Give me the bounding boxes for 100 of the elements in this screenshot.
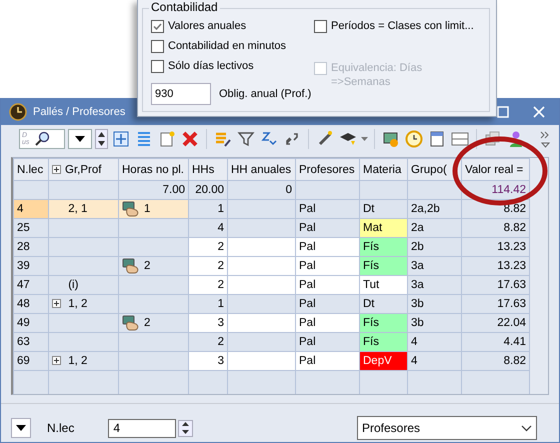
column-header[interactable]: N.lec [14, 158, 48, 180]
spin-arrows-icon [98, 131, 105, 147]
delete-icon[interactable] [180, 129, 200, 149]
table-cell: 4 [188, 218, 228, 238]
cell-text: 1, 2 [68, 355, 88, 367]
cell-text: 2 [144, 317, 150, 330]
table-cell: 2a,2b [408, 200, 462, 218]
search-icon [34, 131, 50, 147]
chevron-icon [521, 424, 532, 432]
field-label: N.lec [47, 421, 74, 435]
table-cell: Dt [360, 200, 408, 218]
table-cell[interactable]: 63 [14, 332, 48, 352]
table-cell: Pal [296, 218, 360, 238]
table-cell: Pal [296, 332, 360, 352]
table-cell: 3a [408, 276, 462, 294]
combo-box[interactable]: Profesores [357, 416, 537, 440]
table-cell: 2 [188, 256, 228, 276]
cell-text: (i) [68, 279, 78, 291]
table-cell: Pal [296, 314, 360, 332]
table-cell: 0 [228, 180, 296, 200]
caret-icon[interactable] [361, 137, 368, 141]
table-cell: 3 [188, 314, 228, 332]
cell-text: 1, 2 [68, 298, 88, 310]
table-cell: 3 [188, 352, 228, 370]
table-cell[interactable]: 47 [14, 276, 48, 294]
expand-icon[interactable] [52, 299, 61, 308]
table-cell: Fís [360, 238, 408, 256]
caret-icon [75, 136, 85, 142]
table-cell: 2b [408, 238, 462, 256]
table-cell: Pal [296, 238, 360, 256]
table-cell: 4 [408, 352, 462, 370]
input-field[interactable]: 4 [108, 418, 176, 438]
spin-button[interactable] [95, 129, 108, 149]
checkbox[interactable]: Valores anuales [151, 19, 314, 33]
table-cell: Pal [296, 256, 360, 276]
table-cell: Fís [360, 332, 408, 352]
table-cell: 20.00 [188, 180, 228, 200]
cell-text: 2, 1 [68, 203, 88, 215]
column-header[interactable]: Valor real = [462, 158, 530, 180]
table-cell: Pal [296, 352, 360, 370]
table-cell: Pal [296, 294, 360, 314]
checkbox[interactable]: Períodos = Clases con limit... [314, 19, 481, 33]
caret-icon [16, 425, 26, 431]
spin-button[interactable] [178, 420, 194, 436]
table-cell[interactable]: 49 [14, 314, 48, 332]
table-cell: 2 [188, 332, 228, 352]
table-cell: 3b [408, 294, 462, 314]
hand-icon [122, 258, 140, 274]
table-cell: 7.00 [118, 180, 188, 200]
expand-icon[interactable] [52, 164, 61, 174]
clock-icon [9, 103, 27, 121]
table-cell: 1 [188, 200, 228, 218]
table-cell[interactable]: 69 [14, 352, 48, 370]
move-icon[interactable] [111, 129, 131, 149]
hand-icon [122, 315, 140, 331]
cell-text: 2 [144, 260, 150, 272]
table-cell: 17.63 [462, 294, 530, 314]
table-cell: Pal [296, 200, 360, 218]
column-header[interactable]: HH anuales [228, 158, 296, 180]
group-title: Contabilidad [149, 0, 220, 14]
close-icon[interactable] [533, 106, 545, 118]
column-header[interactable]: Materia [360, 158, 408, 180]
table-cell: 22.04 [462, 314, 530, 332]
column-header[interactable]: Horas no pl. [118, 158, 188, 180]
hand-icon [122, 201, 140, 217]
table-cell: 2 [188, 238, 228, 256]
table-cell: 3b [408, 314, 462, 332]
dropdown-button[interactable] [68, 129, 92, 149]
checkmark-icon [152, 21, 163, 32]
table-cell: Pal [296, 276, 360, 294]
column-header[interactable]: Gr,Prof [48, 158, 118, 180]
table-cell: 4 [408, 332, 462, 352]
table-cell: 2 [188, 276, 228, 294]
table-cell[interactable]: 39 [14, 256, 48, 276]
table-cell: 1 [188, 294, 228, 314]
table-cell[interactable]: 4 [14, 200, 48, 218]
table-cell: Mat [360, 218, 408, 238]
table-cell: Fís [360, 256, 408, 276]
column-header[interactable]: Profesores [296, 158, 360, 180]
table-cell: 3a [408, 256, 462, 276]
table-cell[interactable]: 28 [14, 238, 48, 256]
table-cell: 13.23 [462, 256, 530, 276]
spin-arrows-icon [182, 421, 190, 435]
expand-icon[interactable] [52, 356, 61, 366]
table-cell: 8.82 [462, 352, 530, 370]
overflow-icon[interactable] [539, 130, 551, 148]
maximize-icon[interactable] [497, 106, 509, 118]
dropdown-button[interactable] [11, 418, 31, 438]
table-cell[interactable]: 25 [14, 218, 48, 238]
checkbox[interactable]: Contabilidad en minutos [151, 39, 314, 53]
table-cell[interactable]: 48 [14, 294, 48, 314]
table-cell: Dt [360, 294, 408, 314]
cell-text: 1 [144, 203, 150, 216]
checkbox[interactable]: Sólo días lectivos [151, 59, 314, 73]
input-field[interactable]: 930 [151, 83, 211, 105]
window-title: Pallés / Profesores [33, 106, 126, 118]
table-cell: Fís [360, 314, 408, 332]
column-header[interactable]: HHs [188, 158, 228, 180]
table-cell: 2a [408, 218, 462, 238]
table-cell: 13.23 [462, 238, 530, 256]
